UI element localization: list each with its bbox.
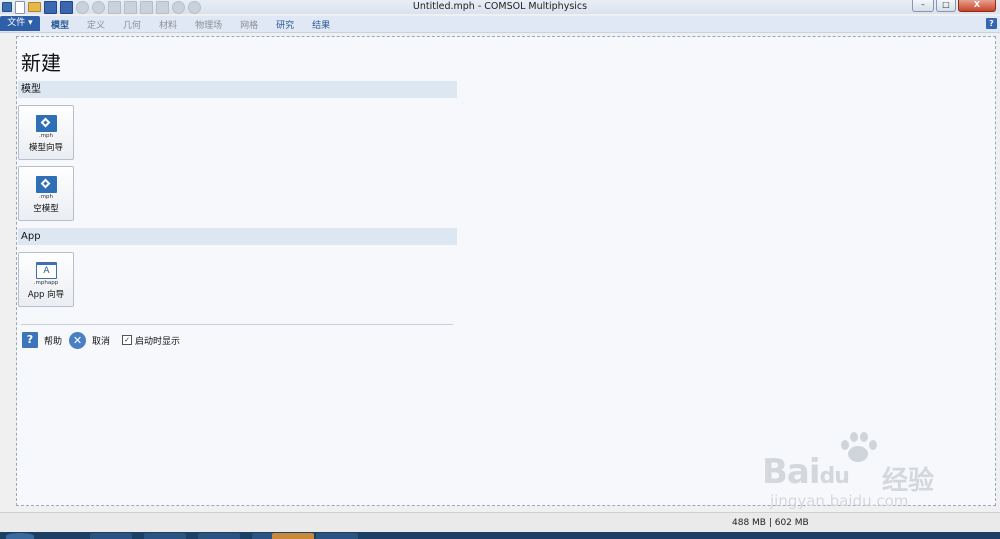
help-button-icon[interactable]: ?: [22, 332, 38, 348]
ribbon-tabs: 模型 定义 几何 材料 物理场 网格 研究 结果: [51, 16, 348, 32]
taskbar-item[interactable]: [144, 533, 186, 539]
minimize-button[interactable]: –: [912, 0, 934, 12]
tab-definitions[interactable]: 定义: [87, 18, 105, 31]
file-menu-button[interactable]: 文件 ▾: [0, 16, 40, 31]
tab-physics[interactable]: 物理场: [195, 18, 222, 31]
tile-label: 空模型: [33, 204, 59, 214]
tab-results[interactable]: 结果: [312, 18, 330, 31]
show-on-startup-label[interactable]: 启动时显示: [135, 334, 180, 347]
tab-model[interactable]: 模型: [51, 18, 69, 31]
file-extension: .mphapp: [33, 280, 59, 286]
tile-label: App 向导: [27, 290, 65, 300]
page-title: 新建: [21, 51, 61, 75]
start-button[interactable]: [6, 533, 34, 539]
window-controls: – □ X: [912, 0, 996, 12]
tab-mesh[interactable]: 网格: [240, 18, 258, 31]
os-taskbar: [0, 532, 1000, 539]
section-header-model: 模型: [18, 81, 457, 98]
model-wizard-button[interactable]: .mph 模型向导: [18, 105, 74, 160]
divider: [21, 324, 453, 325]
window-title: Untitled.mph - COMSOL Multiphysics: [412, 1, 588, 12]
file-extension: .mph: [38, 133, 54, 139]
blank-model-button[interactable]: .mph 空模型: [18, 166, 74, 221]
help-button-label[interactable]: 帮助: [44, 334, 62, 347]
taskbar-item-active[interactable]: [272, 533, 314, 539]
tab-materials[interactable]: 材料: [159, 18, 177, 31]
tab-geometry[interactable]: 几何: [123, 18, 141, 31]
cancel-button-label[interactable]: 取消: [92, 334, 110, 347]
help-icon[interactable]: ?: [986, 18, 997, 29]
taskbar-item[interactable]: [90, 533, 132, 539]
file-extension: .mph: [38, 194, 54, 200]
model-wizard-icon: [36, 115, 57, 132]
maximize-button[interactable]: □: [936, 0, 956, 12]
app-wizard-button[interactable]: A .mphapp App 向导: [18, 252, 74, 307]
section-header-app: App: [18, 228, 457, 245]
new-panel: 新建 模型 .mph 模型向导 .mph 空模型 App A .mphapp A…: [16, 36, 996, 506]
tab-study[interactable]: 研究: [276, 18, 294, 31]
title-bar: Untitled.mph - COMSOL Multiphysics – □ X: [0, 0, 1000, 14]
show-on-startup-checkbox[interactable]: ✓: [122, 335, 133, 345]
taskbar-item[interactable]: [316, 533, 358, 539]
ribbon-tab-bar: 文件 ▾ 模型 定义 几何 材料 物理场 网格 研究 结果 ?: [0, 16, 1000, 33]
memory-usage: 488 MB | 602 MB: [732, 518, 809, 528]
cancel-icon[interactable]: ✕: [69, 331, 87, 349]
taskbar-item[interactable]: [198, 533, 240, 539]
panel-footer: ? 帮助 ✕ 取消 ✓ 启动时显示: [22, 331, 180, 349]
app-wizard-icon: A: [36, 262, 57, 279]
tile-label: 模型向导: [28, 143, 63, 153]
status-bar: 488 MB | 602 MB: [0, 512, 1000, 533]
blank-model-icon: [36, 176, 57, 193]
close-button[interactable]: X: [958, 0, 996, 12]
